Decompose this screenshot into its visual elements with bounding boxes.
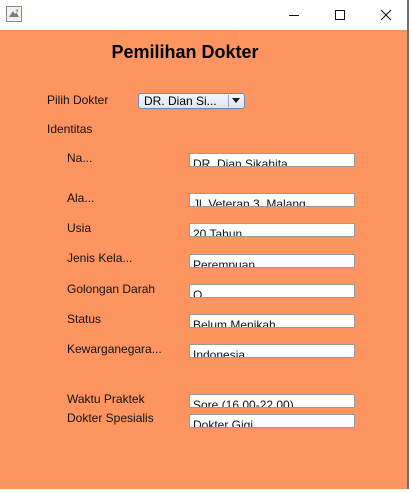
- nama-label: Na...: [67, 151, 93, 165]
- form-panel: Pemilihan Dokter Pilih Dokter DR. Dian S…: [0, 30, 407, 489]
- kewarganegaraan-label: Kewarganegara...: [67, 342, 162, 356]
- maximize-icon: [335, 10, 345, 20]
- nama-field[interactable]: DR. Dian Sikahita: [189, 153, 355, 167]
- alamat-label: Ala...: [67, 191, 95, 205]
- pilih-dokter-label: Pilih Dokter: [47, 93, 109, 107]
- close-button[interactable]: [363, 0, 409, 30]
- background-strip: [0, 489, 412, 493]
- doctor-select-value: DR. Dian Si...: [144, 94, 217, 108]
- golongan-darah-value: O: [193, 288, 203, 298]
- java-app-icon: [6, 6, 22, 22]
- waktu-praktek-label: Waktu Praktek: [67, 392, 145, 406]
- identitas-label: Identitas: [47, 122, 93, 136]
- usia-field[interactable]: 20 Tahun: [189, 223, 355, 237]
- usia-value: 20 Tahun: [193, 227, 243, 237]
- status-value: Belum Menikah: [193, 318, 276, 328]
- minimize-button[interactable]: [271, 0, 317, 30]
- jenis-kelamin-label: Jenis Kela...: [67, 251, 133, 265]
- alamat-field[interactable]: Jl. Veteran 3, Malang: [189, 193, 355, 207]
- title-bar[interactable]: [0, 0, 407, 30]
- status-field[interactable]: Belum Menikah: [189, 314, 355, 328]
- dokter-spesialis-value: Dokter Gigi: [193, 418, 254, 428]
- waktu-praktek-field[interactable]: Sore (16.00-22.00): [189, 394, 355, 408]
- usia-label: Usia: [67, 221, 92, 235]
- maximize-button[interactable]: [317, 0, 363, 30]
- doctor-select[interactable]: DR. Dian Si...: [138, 93, 245, 109]
- alamat-value: Jl. Veteran 3, Malang: [193, 197, 306, 207]
- jenis-kelamin-value: Perempuan: [193, 258, 256, 268]
- form-title: Pemilihan Dokter: [111, 42, 259, 62]
- close-icon: [380, 9, 392, 21]
- kewarganegaraan-value: Indonesia: [193, 348, 246, 358]
- status-label: Status: [67, 312, 102, 326]
- chevron-down-icon[interactable]: [228, 95, 243, 107]
- waktu-praktek-value: Sore (16.00-22.00): [193, 398, 294, 408]
- dokter-spesialis-field[interactable]: Dokter Gigi: [189, 414, 355, 428]
- minimize-icon: [289, 15, 299, 16]
- jenis-kelamin-field[interactable]: Perempuan: [189, 254, 355, 268]
- nama-value: DR. Dian Sikahita: [193, 157, 288, 167]
- golongan-darah-field[interactable]: O: [189, 284, 355, 298]
- kewarganegaraan-field[interactable]: Indonesia: [189, 344, 355, 358]
- dokter-spesialis-label: Dokter Spesialis: [67, 411, 154, 425]
- golongan-darah-label: Golongan Darah: [67, 282, 156, 296]
- app-window: Pemilihan Dokter Pilih Dokter DR. Dian S…: [0, 0, 409, 491]
